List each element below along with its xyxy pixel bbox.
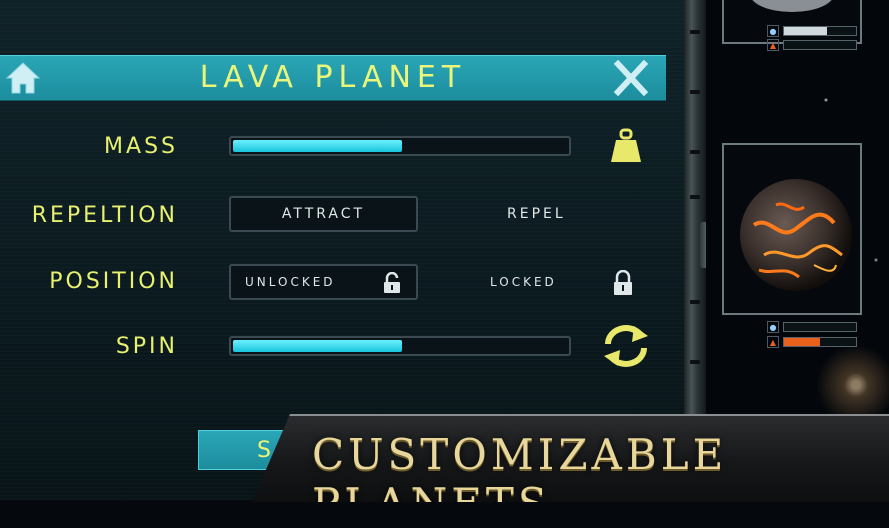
heat-stat-lava: ▲ — [767, 336, 857, 348]
spin-icon — [604, 325, 648, 367]
promo-banner-text: CUSTOMIZABLE PLANETS — [312, 430, 728, 528]
locked-option[interactable]: LOCKED — [490, 275, 557, 289]
heat-icon: ▲ — [767, 336, 779, 348]
water-drop-icon: ● — [767, 25, 779, 37]
panel-header: LAVA PLANET — [0, 55, 666, 101]
unlocked-button[interactable]: UNLOCKED — [229, 264, 418, 300]
planet-image-top — [752, 0, 832, 12]
divider-bolt — [690, 360, 700, 364]
position-label: POSITION — [49, 269, 178, 294]
close-icon — [613, 59, 649, 97]
spin-slider-fill — [233, 340, 402, 352]
heat-bar-lava — [784, 338, 820, 346]
weight-icon — [611, 128, 641, 162]
attract-button[interactable]: ATTRACT — [229, 196, 418, 232]
spin-slider[interactable] — [229, 336, 571, 356]
divider-bolt — [690, 195, 700, 199]
unlocked-label: UNLOCKED — [245, 275, 336, 289]
panel-title: LAVA PLANET — [199, 60, 467, 95]
divider-bolt — [690, 90, 700, 94]
divider-bolt — [690, 30, 700, 34]
heat-stat-top: ▲ — [767, 39, 857, 51]
promo-banner: CUSTOMIZABLE PLANETS — [252, 414, 889, 502]
mass-slider-fill — [233, 140, 402, 152]
water-stat-lava: ● — [767, 321, 857, 333]
heat-icon: ▲ — [767, 39, 779, 51]
lock-icon — [614, 270, 632, 295]
water-drop-icon: ● — [767, 321, 779, 333]
divider-bolt — [690, 150, 700, 154]
unlock-icon — [384, 272, 400, 293]
water-bar-top — [784, 27, 828, 35]
planet-card-top[interactable] — [722, 0, 862, 44]
close-button[interactable] — [612, 59, 650, 97]
repel-option[interactable]: REPEL — [507, 206, 566, 222]
divider-bolt — [690, 300, 700, 304]
mass-slider[interactable] — [229, 136, 571, 156]
water-stat-top: ● — [767, 25, 857, 37]
lava-planet-image — [740, 179, 852, 291]
repeltion-label: REPELTION — [31, 203, 178, 228]
mass-label: MASS — [104, 134, 178, 159]
spin-label: SPIN — [115, 334, 178, 359]
planet-card-lava[interactable] — [722, 143, 862, 315]
